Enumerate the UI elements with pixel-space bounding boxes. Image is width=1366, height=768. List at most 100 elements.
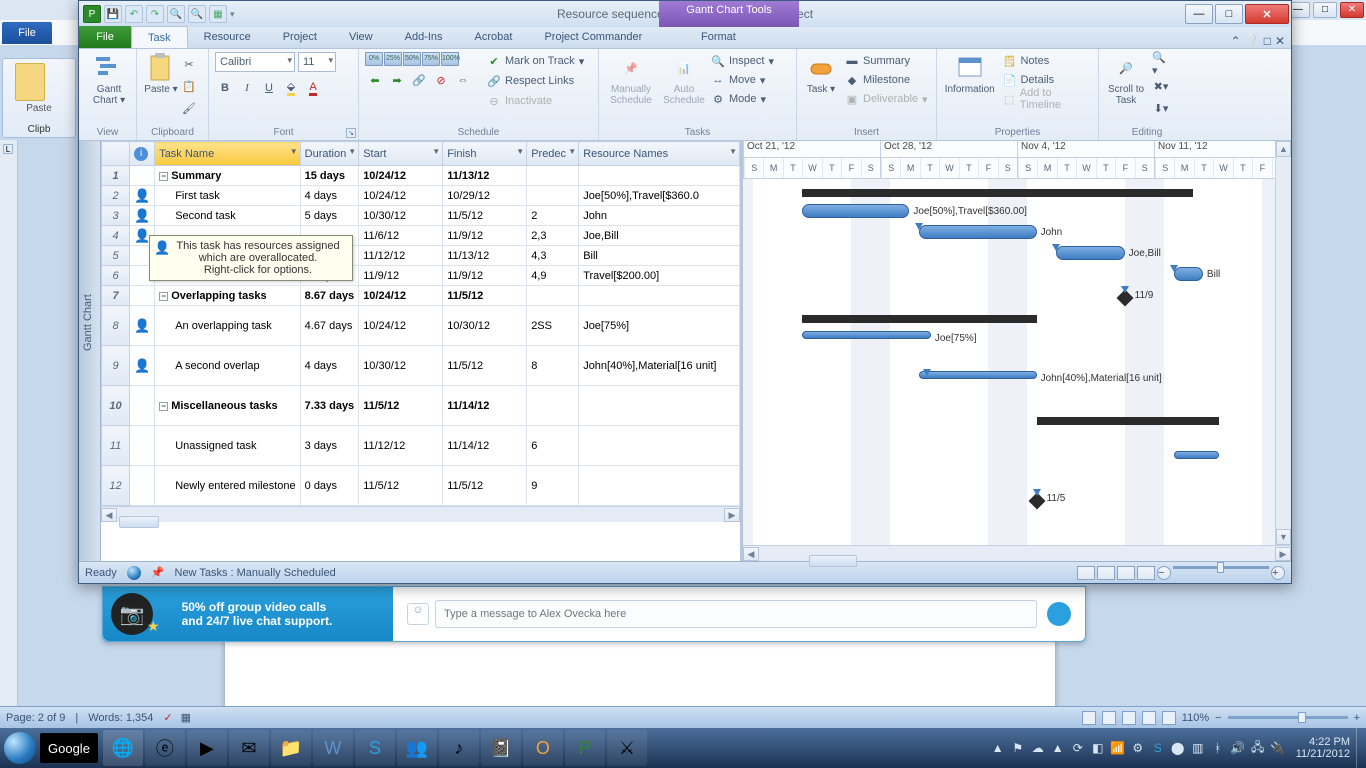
cell-resources[interactable]: Joe[50%],Travel[$360.0 — [579, 186, 740, 206]
underline-button[interactable]: U — [259, 78, 279, 98]
tray-wifi-icon[interactable]: ⚙ — [1130, 740, 1146, 756]
mark-on-track-button[interactable]: ✔Mark on Track ▾ — [487, 52, 584, 70]
task-outlook[interactable]: ✉ — [229, 730, 269, 766]
percent-complete-buttons[interactable]: 0%25%50%75%100% — [365, 52, 473, 66]
cell-predecessors[interactable]: 2,3 — [527, 226, 579, 246]
view-print-layout[interactable] — [1082, 711, 1096, 725]
maximize-button[interactable]: □ — [1215, 4, 1243, 24]
cell-start[interactable]: 11/5/12 — [359, 466, 443, 506]
view-gantt-button[interactable] — [1077, 566, 1095, 580]
row-header[interactable]: 7 — [102, 286, 130, 306]
tray-net-icon[interactable]: 🖧 — [1250, 740, 1266, 756]
indicator-cell[interactable]: 👤 — [130, 206, 155, 226]
save-button[interactable]: 💾 — [104, 5, 122, 23]
milestone-button[interactable]: ◆Milestone — [845, 71, 928, 89]
task-chrome[interactable]: 🌐 — [103, 730, 143, 766]
view-bar[interactable]: Gantt Chart — [79, 141, 101, 561]
row-header[interactable]: 1 — [102, 166, 130, 186]
row-header[interactable]: 9 — [102, 346, 130, 386]
cell-task-name[interactable]: Second task — [155, 206, 300, 226]
cell-start[interactable]: 11/6/12 — [359, 226, 443, 246]
cell-start[interactable]: 10/24/12 — [359, 186, 443, 206]
tray-power-icon[interactable]: 🔌 — [1270, 740, 1286, 756]
inspect-button[interactable]: 🔍Inspect ▾ — [711, 52, 774, 70]
table-row[interactable]: 11Unassigned task3 days11/12/1211/14/126 — [102, 426, 740, 466]
zoom-in-button[interactable]: 🔍 — [188, 5, 206, 23]
cell-finish[interactable]: 11/13/12 — [443, 166, 527, 186]
tray-flag-icon[interactable]: ⚑ — [1010, 740, 1026, 756]
auto-schedule-button[interactable]: 📊Auto Schedule — [659, 52, 709, 108]
cell-resources[interactable]: Travel[$200.00] — [579, 266, 740, 286]
tray-app-icon[interactable]: ◧ — [1090, 740, 1106, 756]
font-family-combo[interactable]: Calibri — [215, 52, 295, 72]
cell-predecessors[interactable]: 2 — [527, 206, 579, 226]
outdent-button[interactable]: ⬅ — [365, 70, 385, 90]
indent-button[interactable]: ➡ — [387, 70, 407, 90]
send-button[interactable] — [1047, 602, 1071, 626]
message-input[interactable] — [435, 600, 1037, 628]
zoom-out-button[interactable]: 🔍 — [167, 5, 185, 23]
col-predecessors[interactable]: Predec▼ — [527, 142, 579, 166]
font-color-button[interactable]: A — [303, 78, 323, 98]
undo-button[interactable]: ↶ — [125, 5, 143, 23]
font-dialog-launcher[interactable]: ↘ — [346, 128, 356, 138]
inactivate-button[interactable]: ⊖Inactivate — [487, 92, 584, 110]
task-bar[interactable] — [802, 331, 931, 339]
zoom-slider[interactable] — [1228, 716, 1348, 719]
app-icon[interactable]: P — [83, 5, 101, 23]
timescale[interactable]: Oct 21, '12SMTWTFSOct 28, '12SMTWTFSNov … — [743, 141, 1291, 179]
gantt-vscroll[interactable]: ▲▼ — [1275, 141, 1291, 545]
cell-predecessors[interactable]: 4,3 — [527, 246, 579, 266]
cell-start[interactable]: 11/12/12 — [359, 426, 443, 466]
grid-hscroll[interactable]: ◀▶ — [101, 506, 740, 522]
fill-color-button[interactable]: ⬙ — [281, 78, 301, 98]
cell-predecessors[interactable]: 2SS — [527, 306, 579, 346]
cell-start[interactable]: 10/30/12 — [359, 206, 443, 226]
cell-predecessors[interactable]: 9 — [527, 466, 579, 506]
tray-cloud-icon[interactable]: ☁ — [1030, 740, 1046, 756]
cell-predecessors[interactable] — [527, 286, 579, 306]
cell-predecessors[interactable] — [527, 186, 579, 206]
cell-task-name[interactable]: −Miscellaneous tasks — [155, 386, 300, 426]
row-header[interactable]: 2 — [102, 186, 130, 206]
task-explorer[interactable]: 📁 — [271, 730, 311, 766]
indicator-cell[interactable] — [130, 426, 155, 466]
cell-start[interactable]: 10/24/12 — [359, 306, 443, 346]
tab-view[interactable]: View — [333, 26, 389, 48]
col-task-name[interactable]: Task Name▼ — [155, 142, 300, 166]
view-full-screen[interactable] — [1102, 711, 1116, 725]
macro-icon[interactable]: ▦ — [181, 711, 191, 724]
cell-start[interactable]: 10/24/12 — [359, 286, 443, 306]
task-word[interactable]: W — [313, 730, 353, 766]
table-row[interactable]: 9👤A second overlap4 days10/30/1211/5/128… — [102, 346, 740, 386]
cell-finish[interactable]: 11/5/12 — [443, 286, 527, 306]
zoom-out[interactable]: − — [1215, 712, 1221, 724]
col-info[interactable]: i — [130, 142, 155, 166]
tab-project-commander[interactable]: Project Commander — [528, 26, 658, 48]
summary-bar[interactable] — [802, 315, 1037, 323]
zoom-slider[interactable] — [1173, 566, 1269, 569]
task-bar[interactable] — [802, 204, 910, 218]
bold-button[interactable]: B — [215, 78, 235, 98]
start-button[interactable] — [0, 728, 40, 768]
status-orb-icon[interactable] — [127, 566, 141, 580]
cell-resources[interactable] — [579, 166, 740, 186]
tray-signal-icon[interactable]: 📶 — [1110, 740, 1126, 756]
row-header[interactable]: 6 — [102, 266, 130, 286]
emoji-button[interactable]: ☺ — [407, 603, 429, 625]
fill-button[interactable]: ⬇▾ — [1151, 98, 1171, 118]
cell-start[interactable]: 10/24/12 — [359, 166, 443, 186]
timescale-week[interactable]: Nov 11, '12SMTWTFS — [1154, 141, 1291, 178]
task-project[interactable]: P — [565, 730, 605, 766]
table-row[interactable]: 3👤Second task5 days10/30/1211/5/122John — [102, 206, 740, 226]
skype-ad[interactable]: 📷★ 50% off group video calls and 24/7 li… — [103, 587, 393, 641]
cell-task-name[interactable]: A second overlap — [155, 346, 300, 386]
clear-button[interactable]: ✖▾ — [1151, 76, 1171, 96]
cell-task-name[interactable]: Unassigned task — [155, 426, 300, 466]
task-bar[interactable] — [1056, 246, 1125, 260]
timescale-week[interactable]: Oct 21, '12SMTWTFS — [743, 141, 880, 178]
gantt-chart-button[interactable]: Gantt Chart ▾ — [85, 52, 133, 106]
table-row[interactable]: 2👤First task4 days10/24/1210/29/12Joe[50… — [102, 186, 740, 206]
row-header[interactable]: 10 — [102, 386, 130, 426]
tab-file[interactable]: File — [79, 26, 131, 48]
